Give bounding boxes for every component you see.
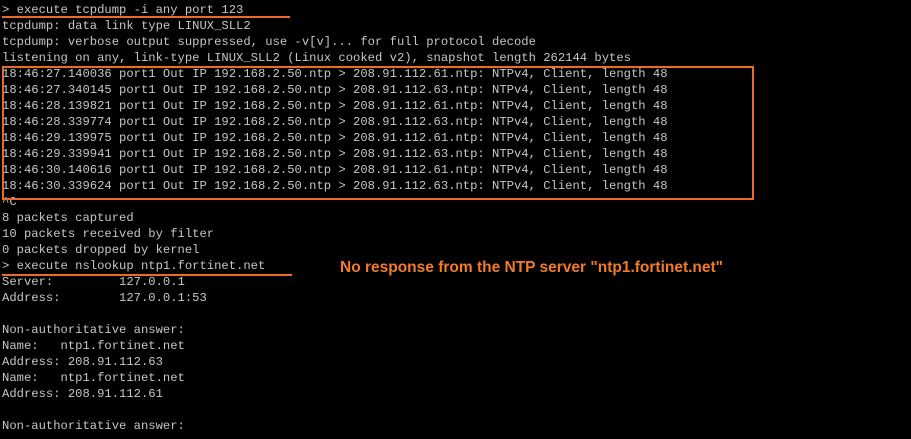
output-line: 10 packets received by filter [2, 227, 215, 241]
output-line: Address: 208.91.112.61 [2, 387, 163, 401]
output-line: tcpdump: verbose output suppressed, use … [2, 35, 536, 49]
tcpdump-command-underline [2, 16, 290, 18]
output-line: 8 packets captured [2, 211, 134, 225]
output-line: Name: ntp1.fortinet.net [2, 339, 185, 353]
nslookup-command-underline [2, 274, 292, 276]
packet-highlight-box [2, 66, 754, 200]
output-line: 0 packets dropped by kernel [2, 243, 200, 257]
output-line: Non-authoritative answer: [2, 323, 185, 337]
annotation-no-ntp-response: No response from the NTP server "ntp1.fo… [340, 259, 724, 276]
output-line: listening on any, link-type LINUX_SLL2 (… [2, 51, 631, 65]
output-line: Address: 127.0.0.1:53 [2, 291, 207, 305]
output-line: tcpdump: data link type LINUX_SLL2 [2, 19, 251, 33]
output-line: Non-authoritative answer: [2, 419, 185, 433]
output-line: Address: 208.91.112.63 [2, 355, 163, 369]
output-line: Name: ntp1.fortinet.net [2, 371, 185, 385]
